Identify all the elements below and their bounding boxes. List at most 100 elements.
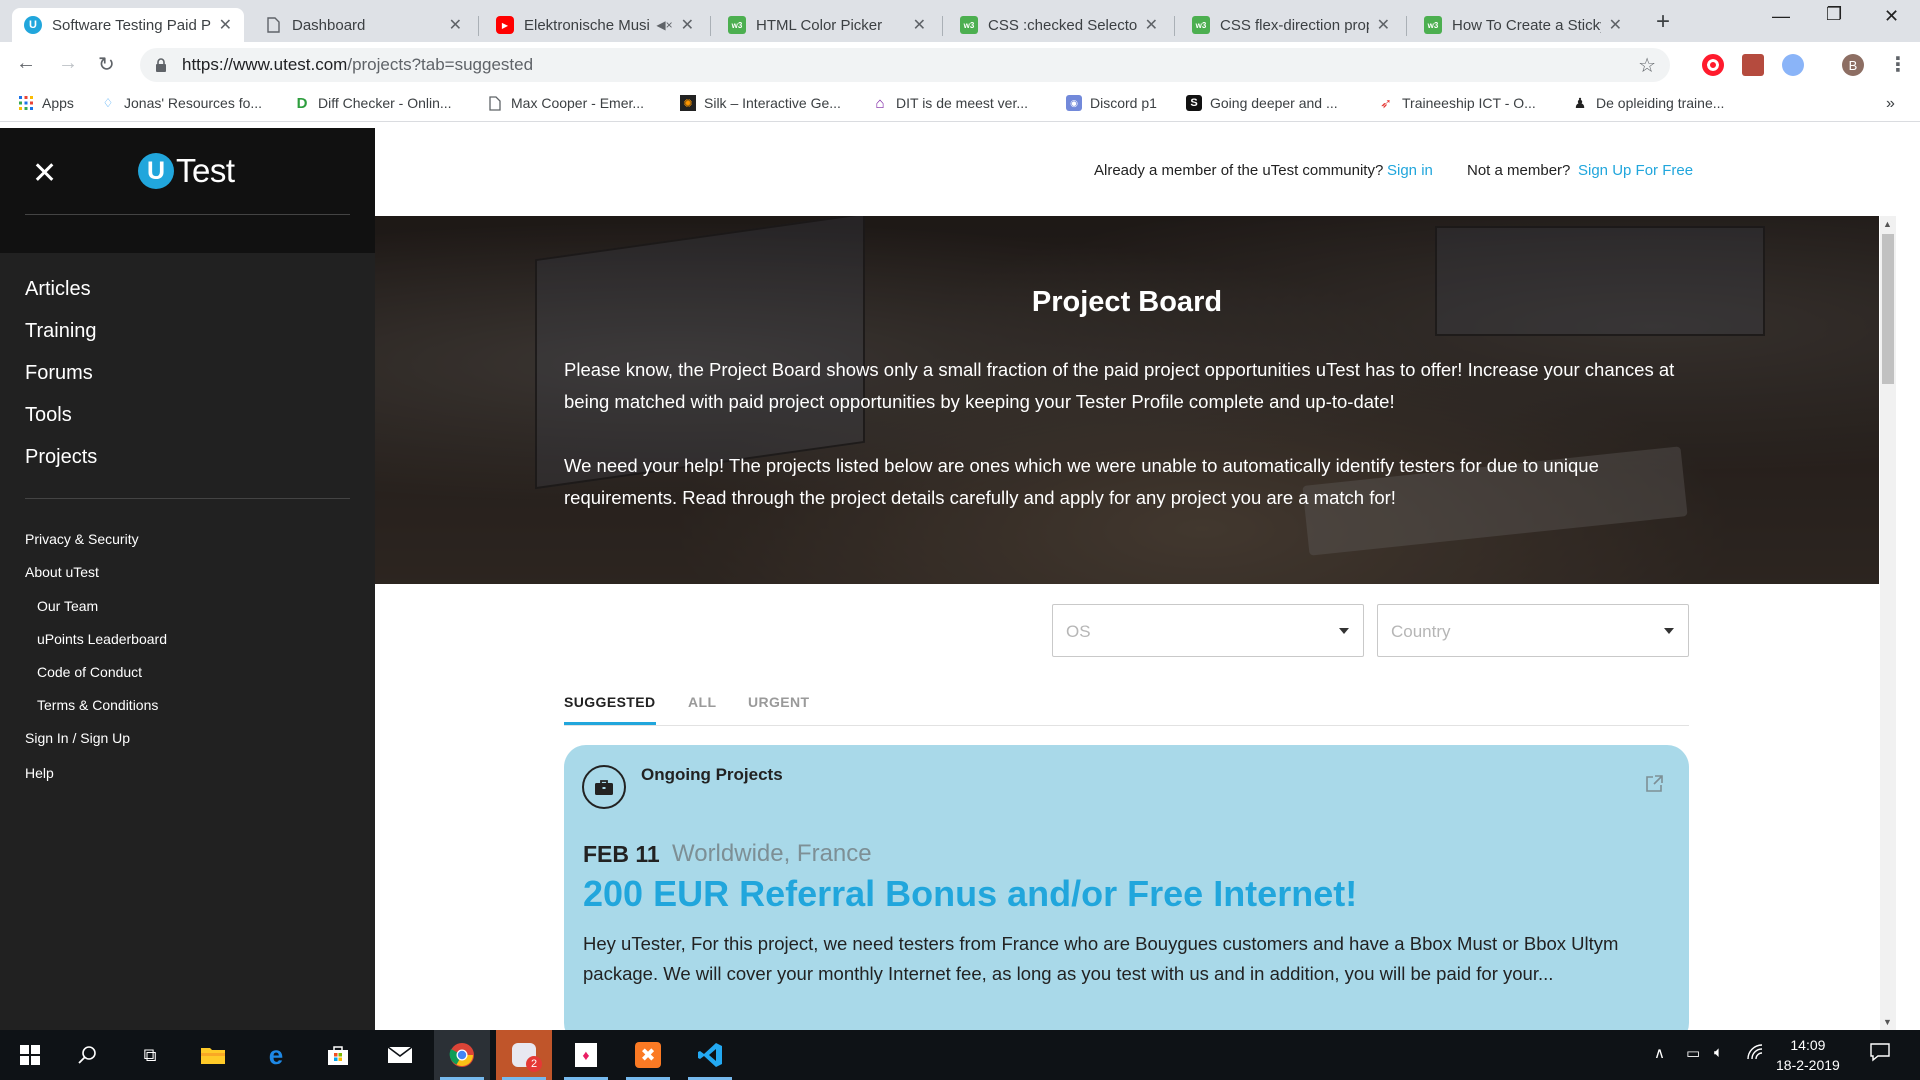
vscode-icon[interactable]: [682, 1030, 738, 1080]
nav-forums[interactable]: Forums: [25, 362, 93, 385]
tab-sticky[interactable]: w3 How To Create a Sticky ✕: [1412, 8, 1634, 42]
sign-in-link[interactable]: Sign in: [1387, 162, 1433, 179]
close-menu-icon[interactable]: ✕: [32, 156, 57, 191]
wifi-icon[interactable]: [1746, 1044, 1764, 1064]
menu-dots-icon[interactable]: ⋮: [1888, 52, 1908, 77]
acrobat-extension-icon[interactable]: [1742, 54, 1764, 76]
scrollbar-thumb[interactable]: [1882, 234, 1894, 384]
opera-extension-icon[interactable]: [1702, 54, 1724, 76]
tab-utest[interactable]: U Software Testing Paid P ✕: [12, 8, 244, 42]
member-prompt: Already a member of the uTest community?: [1094, 162, 1384, 179]
window-close-icon[interactable]: ✕: [1884, 6, 1899, 27]
action-center-icon[interactable]: [1870, 1042, 1890, 1066]
person-icon: ♟: [1573, 94, 1587, 111]
active-tab-indicator: [564, 722, 656, 725]
nav-articles[interactable]: Articles: [25, 278, 91, 301]
back-arrow-icon[interactable]: ←: [16, 52, 36, 75]
search-icon[interactable]: [60, 1030, 116, 1080]
tab-suggested[interactable]: SUGGESTED: [564, 694, 656, 710]
external-link-icon[interactable]: [1645, 775, 1663, 798]
tab-separator: [478, 16, 479, 36]
close-icon[interactable]: ✕: [449, 15, 462, 35]
tab-css-checked[interactable]: w3 CSS :checked Selector ✕: [948, 8, 1170, 42]
close-icon[interactable]: ✕: [219, 15, 232, 35]
bookmark-going-deeper[interactable]: S Going deeper and ...: [1186, 95, 1338, 111]
task-view-icon[interactable]: ⧉: [122, 1030, 178, 1080]
tab-separator: [942, 16, 943, 36]
address-bar[interactable]: https://www.utest.com/projects?tab=sugge…: [140, 48, 1670, 82]
scroll-down-arrow-icon[interactable]: ▼: [1883, 1017, 1892, 1027]
link-help[interactable]: Help: [25, 765, 54, 781]
not-member-prompt: Not a member?: [1467, 162, 1571, 179]
bookmark-dit[interactable]: ⌂ DIT is de meest ver...: [872, 95, 1028, 112]
link-about-utest[interactable]: About uTest: [25, 564, 99, 580]
edge-browser-icon[interactable]: e: [248, 1030, 304, 1080]
bookmark-max-cooper[interactable]: Max Cooper - Emer...: [487, 95, 644, 111]
close-icon[interactable]: ✕: [681, 15, 694, 35]
file-explorer-icon[interactable]: [185, 1030, 241, 1080]
project-title[interactable]: 200 EUR Referral Bonus and/or Free Inter…: [583, 873, 1357, 915]
tab-title: CSS flex-direction prop: [1220, 16, 1369, 34]
bookmark-discord[interactable]: ◉ Discord p1: [1066, 95, 1157, 111]
page-scrollbar[interactable]: ▲ ▼: [1880, 216, 1896, 1030]
bookmark-silk[interactable]: ✺ Silk – Interactive Ge...: [680, 95, 841, 111]
nav-tools[interactable]: Tools: [25, 404, 72, 427]
project-date: FEB 11: [583, 841, 660, 867]
mail-icon[interactable]: [372, 1030, 428, 1080]
speaker-muted-icon[interactable]: ◀×: [656, 18, 672, 32]
bookmark-traineeship[interactable]: ➶ Traineeship ICT - O...: [1378, 94, 1536, 112]
nav-training[interactable]: Training: [25, 320, 97, 343]
tab-dashboard[interactable]: Dashboard ✕: [252, 8, 474, 42]
tab-all[interactable]: ALL: [688, 694, 716, 710]
tab-youtube[interactable]: ▶ Elektronische Musi ◀× ✕: [484, 8, 706, 42]
extension-icon[interactable]: [1782, 54, 1804, 76]
bookmark-star-icon[interactable]: ☆: [1638, 53, 1656, 78]
close-icon[interactable]: ✕: [1609, 15, 1622, 35]
bird-icon: ➶: [1380, 94, 1392, 111]
project-card[interactable]: Ongoing Projects FEB 11 Worldwide, Franc…: [564, 745, 1689, 1045]
bookmark-jonas-resources[interactable]: ♢ Jonas' Resources fo...: [100, 95, 262, 111]
chrome-icon[interactable]: [434, 1030, 490, 1080]
os-select[interactable]: OS: [1052, 604, 1364, 657]
forward-arrow-icon[interactable]: →: [58, 52, 78, 75]
link-privacy-security[interactable]: Privacy & Security: [25, 531, 139, 547]
windows-taskbar: ⧉ e 2 ♦ ✖ ∧ ▭ 🔈︎ 14:09 18-2-2019: [0, 1030, 1920, 1080]
close-icon[interactable]: ✕: [913, 15, 926, 35]
os-placeholder: OS: [1066, 622, 1091, 641]
battery-icon[interactable]: ▭: [1686, 1044, 1700, 1062]
sign-up-link[interactable]: Sign Up For Free: [1578, 162, 1693, 179]
app-icon-with-badge[interactable]: 2: [496, 1030, 552, 1080]
utest-logo[interactable]: U Test: [138, 152, 235, 190]
profile-avatar[interactable]: B: [1842, 54, 1864, 76]
design-app-icon[interactable]: ♦: [558, 1030, 614, 1080]
show-hidden-icons-chevron-icon[interactable]: ∧: [1654, 1044, 1665, 1062]
store-icon[interactable]: [310, 1030, 366, 1080]
xampp-icon[interactable]: ✖: [620, 1030, 676, 1080]
bookmark-de-opleiding[interactable]: ♟ De opleiding traine...: [1572, 94, 1725, 112]
link-upoints-leaderboard[interactable]: uPoints Leaderboard: [37, 631, 167, 647]
bookmark-diff-checker[interactable]: D Diff Checker - Onlin...: [294, 95, 452, 112]
country-select[interactable]: Country: [1377, 604, 1689, 657]
bookmarks-overflow-icon[interactable]: »: [1886, 95, 1895, 113]
reload-icon[interactable]: ↻: [98, 52, 115, 77]
link-terms-conditions[interactable]: Terms & Conditions: [37, 697, 158, 713]
close-icon[interactable]: ✕: [1377, 15, 1390, 35]
restore-icon[interactable]: ❐: [1826, 4, 1842, 25]
new-tab-plus-icon[interactable]: +: [1656, 8, 1670, 36]
windows-start-icon[interactable]: [2, 1030, 58, 1080]
link-our-team[interactable]: Our Team: [37, 598, 98, 614]
link-code-of-conduct[interactable]: Code of Conduct: [37, 664, 142, 680]
system-clock[interactable]: 14:09 18-2-2019: [1776, 1035, 1840, 1075]
bookmark-apps[interactable]: Apps: [18, 95, 74, 111]
scroll-up-arrow-icon[interactable]: ▲: [1883, 219, 1892, 229]
volume-icon[interactable]: 🔈︎: [1714, 1044, 1723, 1061]
nav-projects[interactable]: Projects: [25, 446, 97, 469]
tab-urgent[interactable]: URGENT: [748, 694, 810, 710]
link-sign-in-sign-up[interactable]: Sign In / Sign Up: [25, 730, 130, 746]
tab-html-color-picker[interactable]: w3 HTML Color Picker ✕: [716, 8, 938, 42]
tab-css-flex-direction[interactable]: w3 CSS flex-direction prop ✕: [1180, 8, 1402, 42]
divider: [25, 214, 350, 215]
minimize-icon[interactable]: —: [1772, 6, 1790, 27]
close-icon[interactable]: ✕: [1145, 15, 1158, 35]
discord-icon: ◉: [1066, 95, 1082, 111]
